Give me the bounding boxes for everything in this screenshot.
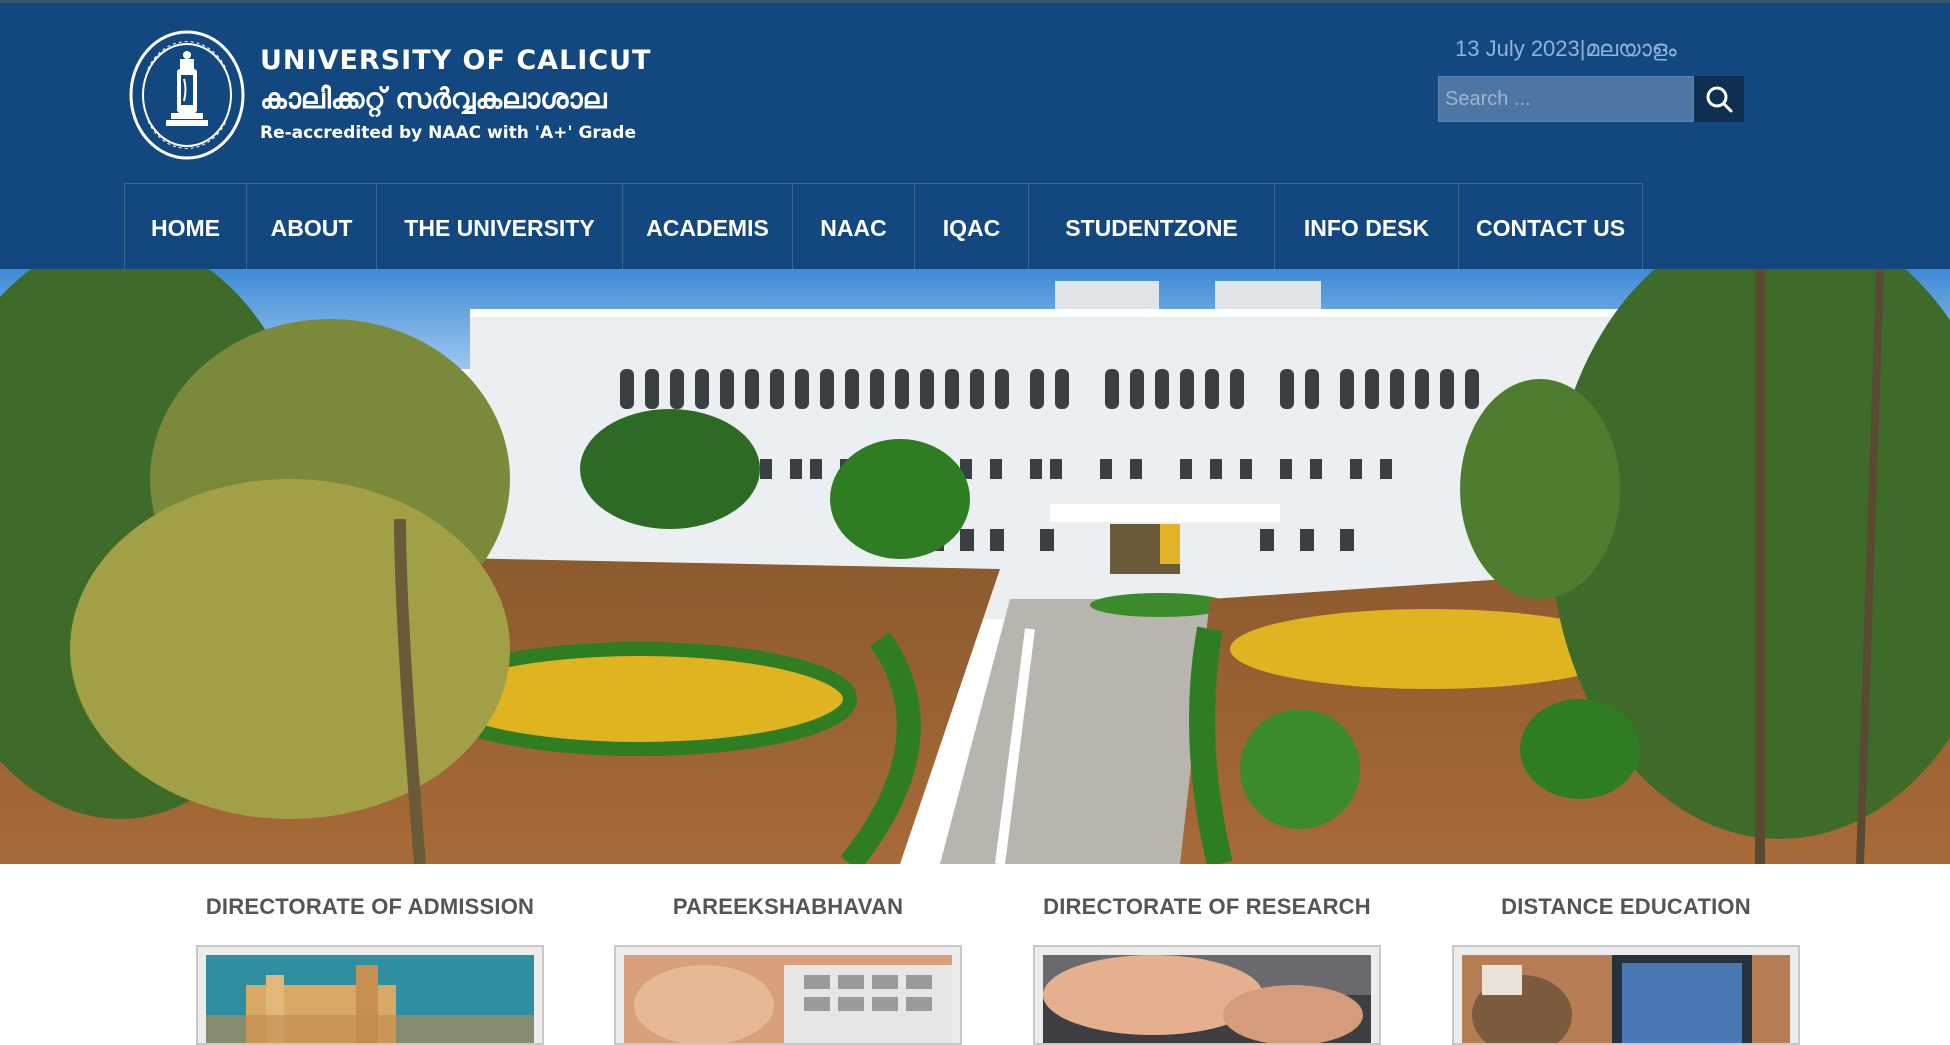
date-language-bar: 13 July 2023|മലയാളം — [1455, 36, 1677, 62]
current-date: 13 July 2023 — [1455, 36, 1580, 61]
quick-link-title[interactable]: DIRECTORATE OF RESEARCH — [1033, 894, 1381, 920]
nav-item-iqac[interactable]: IQAC — [915, 183, 1029, 272]
nav-item-naac[interactable]: NAAC — [793, 183, 915, 272]
nav-item-academis[interactable]: ACADEMIS — [623, 183, 793, 272]
quick-link-title[interactable]: DIRECTORATE OF ADMISSION — [196, 894, 544, 920]
nav-item-the-university[interactable]: THE UNIVERSITY — [377, 183, 623, 272]
search-form — [1438, 76, 1744, 122]
malayalam-language-link[interactable]: മലയാളം — [1585, 36, 1676, 61]
quick-link-title[interactable]: PAREEKSHABHAVAN — [614, 894, 962, 920]
quick-link-image[interactable] — [1033, 945, 1381, 1045]
nav-item-info-desk[interactable]: INFO DESK — [1275, 183, 1459, 272]
university-seal-logo — [129, 30, 245, 160]
main-nav: HOME ABOUT THE UNIVERSITY ACADEMIS NAAC … — [124, 183, 1643, 272]
nav-item-home[interactable]: HOME — [125, 183, 247, 272]
nav-item-contact-us[interactable]: CONTACT US — [1459, 183, 1643, 272]
nav-item-about[interactable]: ABOUT — [247, 183, 377, 272]
quick-link-image[interactable] — [1452, 945, 1800, 1045]
site-header: UNIVERSITY OF CALICUT കാലിക്കറ്റ് സർവ്വക… — [0, 0, 1950, 272]
hero-campus-image — [0, 269, 1950, 864]
nav-item-studentzone[interactable]: STUDENTZONE — [1029, 183, 1275, 272]
quick-link-image[interactable] — [196, 945, 544, 1045]
quick-links-section: DIRECTORATE OF ADMISSION PAREEKSHABHAVAN — [0, 864, 1950, 1045]
search-input[interactable] — [1438, 76, 1694, 122]
site-logo[interactable]: UNIVERSITY OF CALICUT കാലിക്കറ്റ് സർവ്വക… — [128, 29, 651, 161]
quick-link-image[interactable] — [614, 945, 962, 1045]
quick-link-title[interactable]: DISTANCE EDUCATION — [1452, 894, 1800, 920]
university-name-malayalam: കാലിക്കറ്റ് സർവ്വകലാശാല — [260, 82, 607, 115]
search-button[interactable] — [1694, 76, 1744, 122]
accreditation-text: Re-accredited by NAAC with 'A+' Grade — [260, 123, 636, 143]
university-name-english: UNIVERSITY OF CALICUT — [260, 45, 652, 76]
search-icon — [1706, 86, 1733, 113]
